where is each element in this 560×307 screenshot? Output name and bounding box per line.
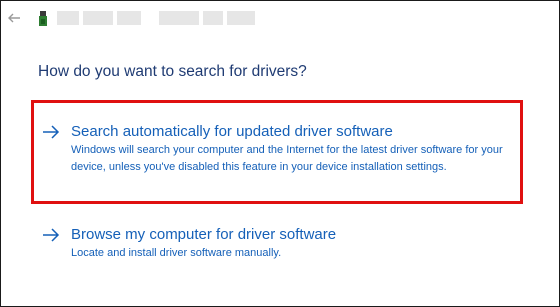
blurred-device-name [57, 11, 255, 27]
right-arrow-icon [41, 226, 61, 244]
option-description: Windows will search your computer and th… [71, 144, 503, 173]
usb-device-icon [37, 11, 49, 27]
option-description: Locate and install driver software manua… [71, 247, 282, 259]
driver-update-dialog: How do you want to search for drivers? S… [0, 0, 560, 307]
back-arrow-icon[interactable] [6, 10, 22, 26]
title-bar [1, 1, 559, 35]
option-title[interactable]: Browse my computer for driver software [71, 226, 336, 244]
page-title: How do you want to search for drivers? [38, 63, 307, 80]
right-arrow-icon [41, 123, 61, 141]
option-title[interactable]: Search automatically for updated driver … [71, 123, 393, 141]
